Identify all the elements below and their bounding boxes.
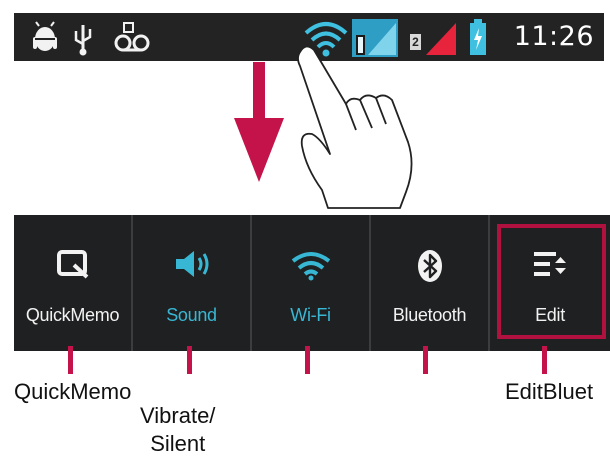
quickmemo-callout: QuickMemo <box>14 379 132 404</box>
vibrate-silent-callout: Vibrate/ Silent <box>140 403 216 456</box>
sound-pointer <box>187 346 192 374</box>
sound-tile[interactable]: Sound <box>133 215 252 351</box>
bluetooth-label: Bluetooth <box>392 305 467 325</box>
sound-label: Sound <box>166 305 217 325</box>
pointing-hand-icon <box>297 45 413 209</box>
swipe-down-arrow-icon <box>234 62 284 182</box>
wifi-tile[interactable]: Wi-Fi <box>252 215 371 351</box>
edit-list-icon <box>534 252 566 276</box>
bluetooth-tile[interactable]: Bluetooth <box>371 215 490 351</box>
quickmemo-pointer <box>68 346 73 374</box>
quickmemo-tile[interactable]: QuickMemo <box>14 215 133 351</box>
edit-tile[interactable]: Edit <box>490 215 610 351</box>
wifi-label: Wi-Fi <box>290 305 331 325</box>
gesture-illustration <box>234 45 413 209</box>
speaker-icon <box>175 251 208 277</box>
edit-label: Edit <box>535 305 565 325</box>
edit-pointer <box>542 346 547 374</box>
wifi-pointer <box>305 346 310 374</box>
quickmemo-label: QuickMemo <box>25 305 120 325</box>
bluetooth-pointer <box>423 346 428 374</box>
quickmemo-icon <box>56 250 88 279</box>
edit-bluetooth-callout: EditBluet <box>505 379 594 404</box>
wifi-icon <box>291 252 330 281</box>
quick-settings-bar: QuickMemo Sound Wi-Fi Bluetooth Edit <box>14 215 610 351</box>
bluetooth-icon <box>417 250 442 282</box>
